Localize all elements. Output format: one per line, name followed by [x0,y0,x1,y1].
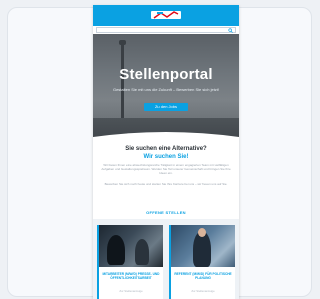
intro-subtitle: Wir suchen Sie! [143,154,189,160]
logo-icon[interactable] [151,9,181,21]
job-link[interactable]: Zur Stellenanzeige [101,289,161,293]
top-bar [93,5,239,26]
job-card[interactable]: REFERENT (M/W/D) FÜR POLITISCHE PLANUNG … [169,225,235,299]
job-title[interactable]: REFERENT (M/W/D) FÜR POLITISCHE PLANUNG [173,272,233,281]
intro-paragraph-2: Bewerben Sie sich noch heute und starten… [104,182,228,186]
job-title[interactable]: MITARBEITER (M/W/D) PRESSE- UND ÖFFENTLI… [101,272,161,281]
wave-divider [93,132,239,145]
hero-cta-button[interactable]: Zu den Jobs [144,103,188,111]
tv-tower-image-shaft [121,42,124,128]
hero-title: Stellenportal [119,66,213,83]
hero-banner: Stellenportal Gestalten Sie mit uns die … [93,34,239,144]
search-input[interactable] [96,27,236,33]
search-icon[interactable] [228,28,233,33]
mobile-page-preview: Stellenportal Gestalten Sie mit uns die … [93,5,239,299]
hero-subtitle: Gestalten Sie mit uns die Zukunft – Bewe… [112,87,220,92]
job-photo [171,225,235,267]
jobs-heading: OFFENE STELLEN [146,210,186,215]
job-card[interactable]: MITARBEITER (M/W/D) PRESSE- UND ÖFFENTLI… [97,225,163,299]
job-photo [99,225,163,267]
intro-title: Sie suchen eine Alternative? [125,146,207,152]
job-link[interactable]: Zur Stellenanzeige [173,289,233,293]
intro-paragraph: Wir bieten Ihnen eine abwechslungsreiche… [101,163,231,176]
